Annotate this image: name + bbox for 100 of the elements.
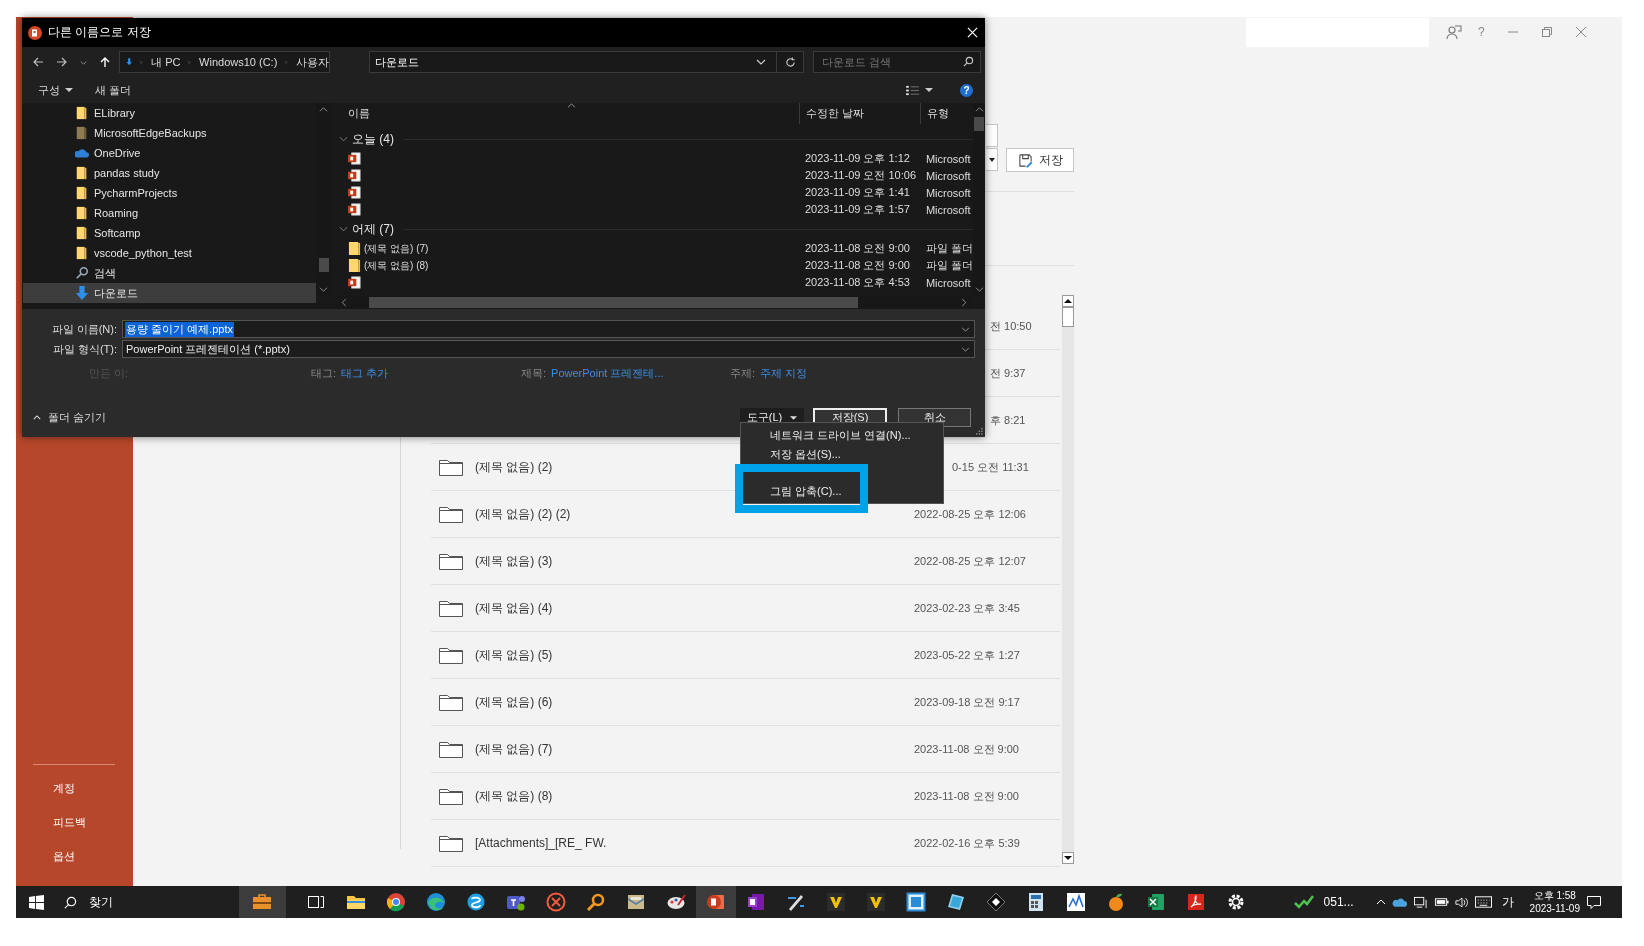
organize-menu[interactable]: 구성 <box>38 82 73 98</box>
folder-icon <box>439 552 463 570</box>
keyboard-icon[interactable] <box>1474 896 1492 908</box>
column-header[interactable]: 이름 <box>332 103 799 124</box>
back-icon[interactable] <box>32 56 44 68</box>
hide-folders-button[interactable]: 폴더 숨기기 <box>33 410 107 425</box>
file-name: (제목 없음) (5) <box>475 646 553 664</box>
file-name: [Attachments]_[RE_ FW. <box>475 836 607 850</box>
menu-item[interactable]: 네트워크 드라이브 연결(N)... <box>770 426 911 445</box>
windows-icon[interactable] <box>29 894 44 910</box>
file-name: (제목 없음) (7) <box>363 241 429 256</box>
date-text: 2023-02-23 오후 3:45 <box>914 600 1021 616</box>
caret-icon <box>988 157 995 162</box>
app-label: 051... <box>1323 895 1354 909</box>
restore-icon[interactable] <box>1540 26 1553 38</box>
pen-icon <box>785 892 806 912</box>
file-name: (제목 없음) (4) <box>475 599 553 617</box>
nav-item[interactable]: MicrosoftEdgeBackups <box>23 123 316 143</box>
file-row[interactable]: (제목 없음) (7) 2023-11-08 오전 9:00 <box>431 726 1060 773</box>
nav-item[interactable]: ELibrary <box>23 103 316 123</box>
group-header[interactable]: 오늘 (4) <box>351 130 394 148</box>
breadcrumb-bar[interactable]: 내 PC Windows10 (C:) 사용자 <box>119 51 330 73</box>
resize-grip-icon[interactable] <box>976 428 983 435</box>
caret-icon[interactable] <box>756 59 766 65</box>
meta-link[interactable]: 태그 추가 <box>341 365 389 381</box>
sidebar-item[interactable]: 옵션 <box>16 839 133 873</box>
new-folder-button[interactable]: 새 폴더 <box>95 82 132 98</box>
view-icon[interactable] <box>906 84 919 96</box>
folder-icon <box>439 505 463 523</box>
folder-icon <box>75 226 89 240</box>
taskbar-button[interactable] <box>695 886 736 918</box>
search-field[interactable]: 찾기 <box>63 893 214 911</box>
input-method-label[interactable]: 가 <box>1501 893 1514 911</box>
folder-icon <box>347 242 361 255</box>
file-name-field[interactable]: 용량 줄이기 예제.pptx <box>122 320 975 338</box>
search-icon <box>63 895 77 909</box>
nav-item[interactable]: 다운로드 <box>23 283 316 303</box>
file-type-dropdown[interactable]: PowerPoint 프레젠테이션 (*.pptx) <box>122 340 975 358</box>
file-row[interactable]: (제목 없음) (5) 2023-05-22 오후 1:27 <box>431 632 1060 679</box>
clock[interactable]: 오후 1:58 2023-11-09 <box>1529 889 1580 915</box>
group-header[interactable]: 어제 (7) <box>351 220 394 238</box>
search-field[interactable]: 다운로드 검색 <box>813 51 981 73</box>
nav-item[interactable]: pandas study <box>23 163 316 183</box>
file-row[interactable]: (제목 없음) (8) 2023-11-08 오전 9:00 <box>431 773 1060 820</box>
forward-icon[interactable] <box>56 56 68 68</box>
sidebar-item[interactable]: 계정 <box>16 771 133 805</box>
file-name: (제목 없음) (2) (2) <box>475 505 571 523</box>
monitor-icon[interactable] <box>1412 895 1428 909</box>
breadcrumb-item[interactable]: 내 PC <box>151 54 181 70</box>
magnifier-icon <box>585 892 606 912</box>
folder-icon <box>75 186 89 200</box>
breadcrumb-item[interactable]: 사용자 <box>296 54 329 70</box>
file-row[interactable]: (제목 없음) (4) 2023-02-23 오후 3:45 <box>431 585 1060 632</box>
caret-icon[interactable] <box>925 88 933 92</box>
notification-icon[interactable] <box>1586 895 1602 909</box>
field-label: 파일 이름(N): <box>50 321 118 337</box>
date-text: 2023-09-18 오전 9:17 <box>914 694 1021 710</box>
dropdown[interactable] <box>986 148 998 171</box>
scroll-thumb[interactable] <box>369 297 858 308</box>
sidebar-item[interactable]: 피드백 <box>16 805 133 839</box>
scrollbar[interactable] <box>1062 295 1074 864</box>
address-field[interactable]: 다운로드 <box>369 51 804 73</box>
file-row[interactable]: (제목 없음) (3) 2022-08-25 오후 12:07 <box>431 538 1060 585</box>
scroll-thumb[interactable] <box>1062 307 1074 327</box>
person-icon[interactable] <box>1446 24 1462 40</box>
scroll-thumb[interactable] <box>318 258 329 272</box>
battery-icon[interactable] <box>1433 897 1449 907</box>
folder-icon <box>439 693 463 711</box>
taskbar-button[interactable]: 051... <box>1293 895 1354 909</box>
breadcrumb-item[interactable]: Windows10 (C:) <box>199 56 278 68</box>
nav-item[interactable]: OneDrive <box>23 143 316 163</box>
nav-item[interactable]: 검색 <box>23 263 316 283</box>
cloud-icon <box>75 146 89 160</box>
nav-item[interactable]: Roaming <box>23 203 316 223</box>
nav-item[interactable]: vscode_python_test <box>23 243 316 263</box>
taskbar-button[interactable] <box>238 886 286 918</box>
file-row[interactable]: (제목 없음) (6) 2023-09-18 오전 9:17 <box>431 679 1060 726</box>
save-button[interactable]: 저장 <box>1006 148 1074 172</box>
meta-link[interactable]: 주제 지정 <box>760 365 808 381</box>
nav-item[interactable]: Softcamp <box>23 223 316 243</box>
help-button[interactable]: ? <box>960 83 973 97</box>
column-header[interactable]: 수정한 날짜 <box>798 103 920 124</box>
nav-label: ELibrary <box>94 107 135 119</box>
chevron-icon <box>33 415 41 420</box>
chevron-icon[interactable] <box>1375 897 1386 907</box>
download-icon <box>75 286 89 300</box>
slide-icon <box>705 892 726 912</box>
scroll-thumb[interactable] <box>974 117 984 131</box>
up-icon[interactable] <box>99 56 111 68</box>
file-row[interactable]: [Attachments]_[RE_ FW. 2022-02-16 오후 5:39 <box>431 820 1060 867</box>
caret-icon <box>790 415 798 420</box>
menu-item[interactable]: 저장 옵션(S)... <box>770 444 841 463</box>
text-field[interactable] <box>986 124 998 147</box>
meta-label: 제목: <box>521 365 547 381</box>
sort-icon <box>566 103 576 108</box>
meta-link[interactable]: PowerPoint 프레젠테... <box>551 365 664 381</box>
date-text: 2023-11-08 오전 9:00 <box>803 241 911 256</box>
cloud-icon[interactable] <box>1391 896 1407 908</box>
speaker-icon[interactable] <box>1454 895 1469 909</box>
nav-item[interactable]: PycharmProjects <box>23 183 316 203</box>
